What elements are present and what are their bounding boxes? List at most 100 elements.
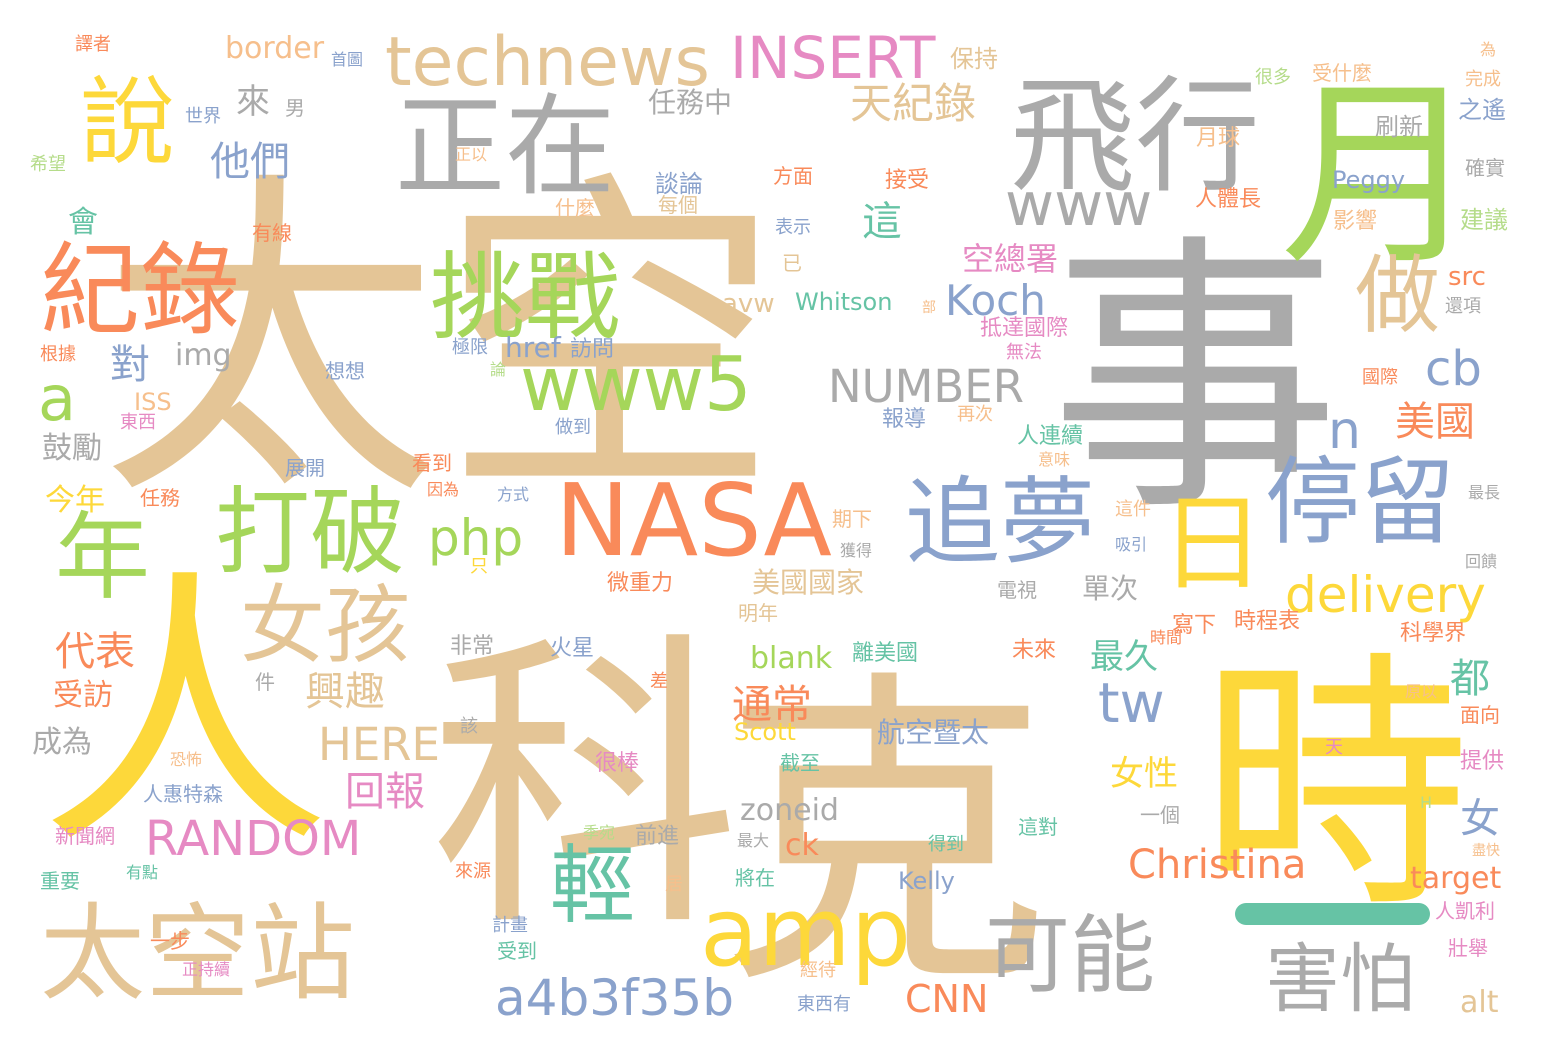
word: href [505, 331, 562, 364]
word: 這對 [1018, 815, 1058, 839]
word: 打破 [215, 478, 405, 588]
word: 世界 [185, 106, 221, 127]
word: Scott [734, 718, 796, 746]
word: 人體長 [1195, 187, 1261, 212]
word: NUMBER [828, 360, 1024, 413]
word: zoneid [740, 793, 839, 828]
word: alt [1460, 985, 1499, 1020]
word: 時 [1200, 629, 1470, 944]
word: target [1410, 861, 1501, 896]
word: Peggy [1332, 166, 1405, 194]
word: 展開 [285, 456, 325, 480]
word: 停留 [1265, 448, 1455, 558]
word: 因為 [427, 480, 459, 499]
word: 輕 [550, 837, 635, 936]
word: 已 [782, 251, 802, 275]
word: 回報 [345, 769, 425, 815]
word: 受什麼 [1312, 61, 1372, 85]
word: a [38, 362, 76, 435]
word: 時程表 [1234, 609, 1300, 634]
word: 東西有 [797, 994, 851, 1015]
word: 日 [1160, 483, 1265, 605]
word: 成為 [32, 725, 92, 760]
word: 經待 [800, 960, 836, 981]
word: Kelly [898, 867, 955, 895]
word: src [1448, 262, 1486, 292]
word: 做到 [555, 417, 591, 438]
word: tw [1098, 671, 1165, 735]
word: 天 [1325, 737, 1343, 758]
word: 居 [665, 874, 683, 895]
word: 最久 [1090, 637, 1158, 677]
word: 極限 [452, 337, 488, 358]
word: 女 [1460, 796, 1500, 842]
word: 影響 [1333, 209, 1377, 234]
word: 東西 [120, 412, 156, 433]
word: H [1420, 793, 1432, 812]
word: 任務 [140, 486, 180, 510]
word: 有線 [252, 221, 292, 245]
word: 對 [110, 342, 150, 388]
word: 受訪 [53, 678, 113, 713]
word: 吸引 [1115, 535, 1147, 554]
word: 紀錄 [40, 232, 240, 349]
word: 最大 [737, 831, 769, 850]
word: 想想 [325, 359, 365, 383]
word: 方式 [497, 485, 529, 504]
word: ck [785, 828, 819, 863]
word: 都 [1450, 656, 1490, 702]
word: 科學界 [1400, 621, 1466, 646]
word: 鼓勵 [42, 431, 102, 466]
word: 女性 [1110, 754, 1178, 794]
word: 離美國 [852, 641, 918, 666]
word: 美國國家 [752, 566, 864, 599]
word: 正在 [395, 83, 615, 211]
word: 人凱利 [1435, 899, 1495, 923]
word: 任務中 [648, 86, 732, 119]
word: 火星 [550, 636, 594, 661]
word: 前進 [635, 824, 679, 849]
word: 單次 [1082, 572, 1138, 605]
word: 該 [460, 716, 478, 737]
word: 時間 [1150, 628, 1182, 647]
word: 原以 [1405, 682, 1437, 701]
word: 月球 [1196, 126, 1240, 151]
word: 說 [80, 68, 175, 178]
word: 未來 [1012, 638, 1056, 663]
word: 會 [68, 205, 98, 240]
word: 追夢 [905, 468, 1095, 578]
word: 得到 [928, 834, 964, 855]
word: delivery [1285, 566, 1486, 624]
word-cloud: 太空 事 人 科 克 時 月 飛行 正在 說 technews INSERT 紀… [0, 0, 1548, 1052]
dash-stroke [1235, 903, 1430, 925]
word: 根據 [40, 344, 76, 365]
word: 表示 [775, 217, 811, 238]
word: 今年 [45, 483, 105, 518]
word: 每個 [658, 193, 698, 217]
word: 保持 [950, 45, 998, 73]
word: 太空站 [40, 893, 355, 1015]
word: 他們 [210, 139, 290, 185]
word: 非常 [450, 634, 494, 659]
word: 明年 [738, 601, 778, 625]
word: 一個 [1140, 803, 1180, 827]
word: blank [750, 641, 833, 676]
word: 壯舉 [1448, 936, 1488, 960]
word: 有點 [126, 863, 158, 882]
word: img [175, 338, 232, 373]
word: 恐怖 [170, 750, 202, 769]
word: 來源 [455, 861, 491, 882]
word: 只 [470, 556, 488, 577]
word: 正持續 [182, 960, 230, 979]
word: HERE [318, 718, 440, 771]
word: 希望 [30, 154, 66, 175]
word: 代表 [55, 629, 135, 675]
word: 可能 [985, 907, 1155, 1006]
word: 男 [285, 96, 305, 120]
word: 意味 [1038, 450, 1070, 469]
word: CNN [905, 977, 988, 1021]
word: 這 [862, 199, 902, 245]
word: 電視 [997, 578, 1037, 602]
word: 還項 [1445, 296, 1481, 317]
word: 最長 [1468, 483, 1500, 502]
